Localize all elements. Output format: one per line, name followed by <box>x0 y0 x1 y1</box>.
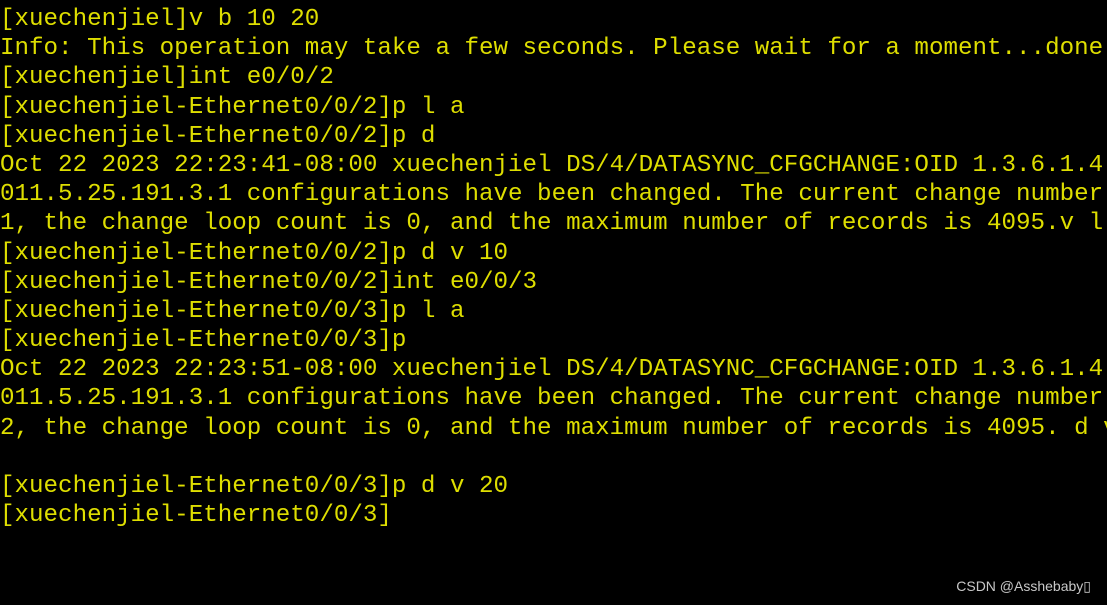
terminal-line: [xuechenjiel-Ethernet0/0/2]p d <box>0 122 436 150</box>
terminal-line: 011.5.25.191.3.1 configurations have bee… <box>0 181 1104 209</box>
terminal-line: [xuechenjiel]int e0/0/2 <box>0 64 334 92</box>
terminal-line: [xuechenjiel-Ethernet0/0/3] <box>0 502 392 530</box>
terminal-line: Info: This operation may take a few seco… <box>0 35 1104 63</box>
terminal-output[interactable]: [xuechenjiel]v b 10 20 Info: This operati… <box>0 5 1107 530</box>
terminal-line: [xuechenjiel-Ethernet0/0/3]p <box>0 327 407 355</box>
terminal-line: [xuechenjiel-Ethernet0/0/3]p d v 20 <box>0 473 509 500</box>
terminal-line: 1, the change loop count is 0, and the m… <box>0 210 1104 238</box>
terminal-line: Oct 22 2023 22:23:41-08:00 xuechenjiel D… <box>0 151 1104 179</box>
terminal-line: [xuechenjiel-Ethernet0/0/2]p l a <box>0 93 465 121</box>
terminal-line: 011.5.25.191.3.1 configurations have bee… <box>0 385 1104 413</box>
terminal-line: [xuechenjiel]v b 10 20 <box>0 6 320 33</box>
terminal-line: 2, the change loop count is 0, and the m… <box>0 414 1107 442</box>
terminal-line: [xuechenjiel-Ethernet0/0/2]p d v 10 <box>0 239 509 267</box>
terminal-line: [xuechenjiel-Ethernet0/0/3]p l a <box>0 297 465 325</box>
terminal-line: Oct 22 2023 22:23:51-08:00 xuechenjiel D… <box>0 356 1104 384</box>
terminal-line: [xuechenjiel-Ethernet0/0/2]int e0/0/3 <box>0 268 538 296</box>
watermark: CSDN @Asshebaby▯ <box>956 578 1091 594</box>
